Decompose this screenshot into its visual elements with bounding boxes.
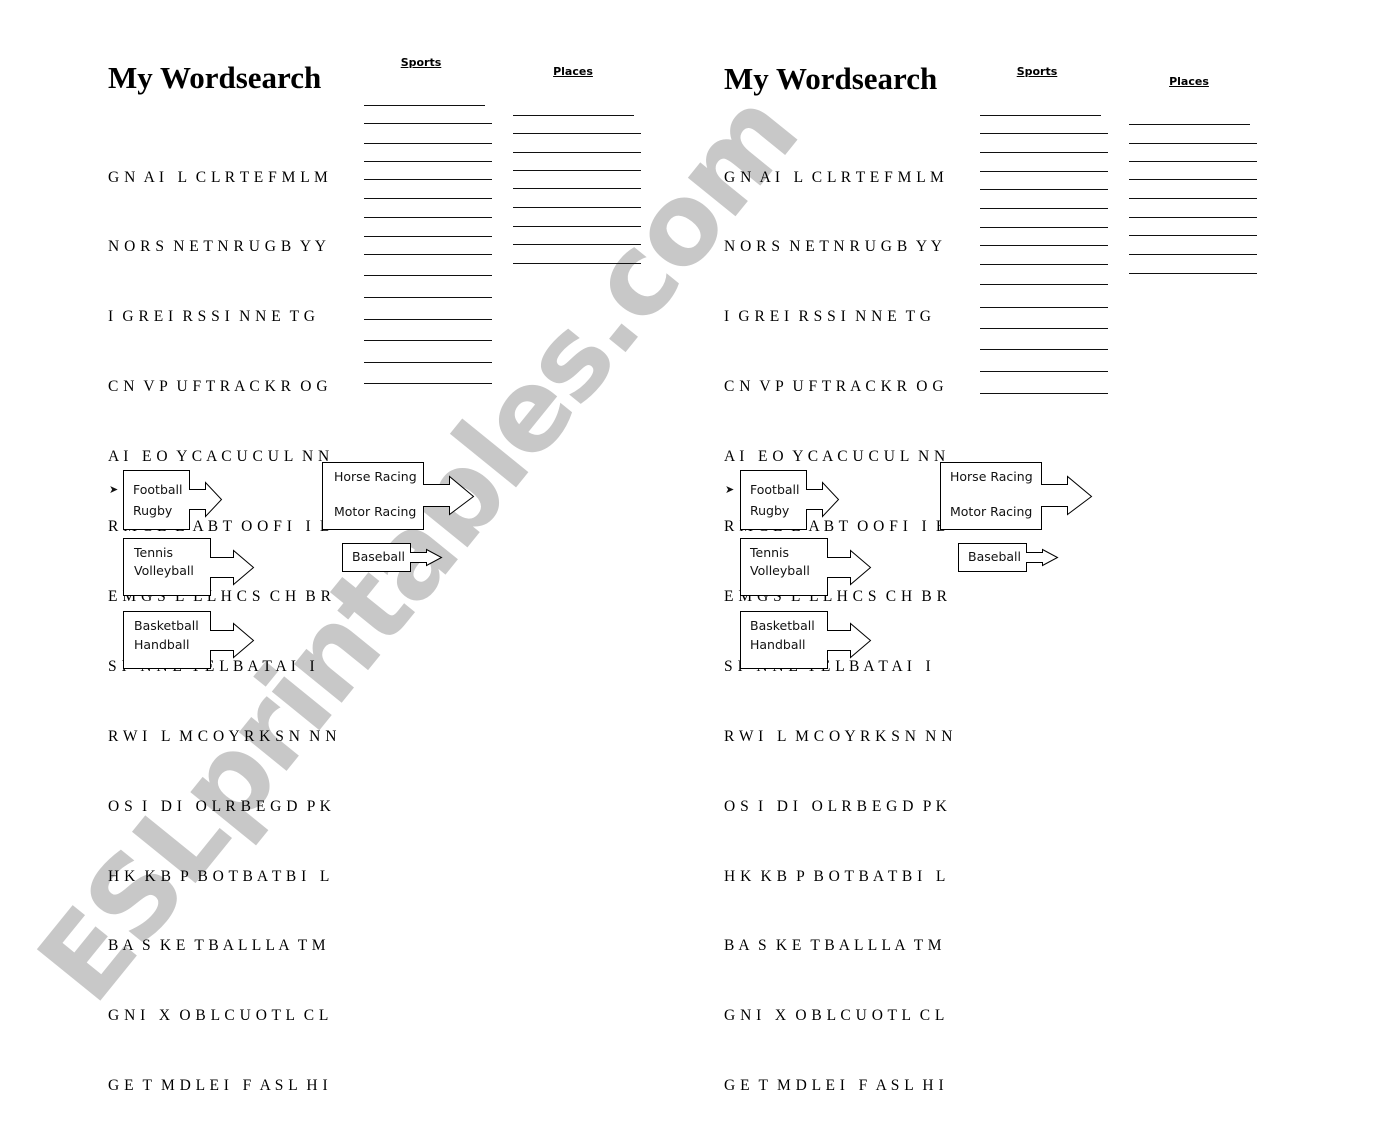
sports-answer-line — [980, 227, 1108, 228]
hint-label: Rugby — [750, 503, 790, 518]
hint-label: Horse Racing — [950, 469, 1033, 484]
sports-answer-line — [980, 245, 1108, 246]
sports-answer-line — [980, 371, 1108, 372]
sports-answer-line — [364, 297, 492, 298]
worksheet-left: My Wordsearch Sports Places G N A I L C … — [0, 0, 641, 1094]
sports-answer-line — [364, 179, 492, 180]
grid-row: G E T M D L E I F A S L H I — [108, 1077, 329, 1095]
places-header: Places — [553, 65, 593, 78]
sports-answer-line — [364, 319, 492, 320]
hint-box-football-rugby — [123, 470, 223, 530]
grid-row: R W I L M C O Y R K S N N N — [724, 727, 953, 745]
hint-label: Motor Racing — [950, 504, 1033, 519]
hint-label: Volleyball — [750, 563, 810, 578]
places-answer-line — [1129, 198, 1257, 199]
arrowhead-bullet-icon: ➤ — [109, 484, 119, 496]
sports-answer-line — [364, 161, 492, 162]
places-answer-line — [1129, 161, 1257, 162]
grid-row: N O R S N E T N R U G B Y Y — [108, 238, 327, 256]
hint-label: Handball — [134, 637, 190, 652]
grid-row: R W I L M C O Y R K S N N N — [108, 727, 337, 745]
grid-row: I G R E I R S S I N N E T G — [724, 308, 932, 326]
sports-answer-line — [980, 393, 1108, 394]
places-answer-line — [1129, 179, 1257, 180]
hint-label: Tennis — [750, 545, 790, 560]
hint-label: Tennis — [134, 545, 174, 560]
hint-label: Football — [750, 482, 800, 497]
grid-row: A I E O Y C A C U C U L N N — [108, 448, 330, 466]
sports-answer-line — [980, 264, 1108, 265]
grid-row: N O R S N E T N R U G B Y Y — [724, 238, 943, 256]
sports-answer-line — [980, 171, 1108, 172]
sports-answer-line — [980, 189, 1108, 190]
sports-answer-line — [980, 328, 1108, 329]
page-title: My Wordsearch — [108, 60, 322, 95]
places-answer-line — [1129, 217, 1257, 218]
places-answer-line — [1129, 273, 1257, 274]
grid-row: C N V P U F T R A C K R O G — [724, 378, 945, 396]
sports-header: Sports — [400, 56, 442, 69]
sports-answer-line — [364, 383, 492, 384]
sports-answer-line — [364, 105, 485, 106]
sports-answer-line — [364, 254, 492, 255]
hint-label: Football — [133, 482, 183, 497]
sports-answer-line — [980, 307, 1108, 308]
sports-answer-line — [980, 115, 1101, 116]
sports-answer-line — [364, 217, 492, 218]
grid-row: G N I X O B L C U O T L C L — [724, 1007, 945, 1025]
sports-answer-line — [364, 143, 492, 144]
sports-header: Sports — [1016, 65, 1058, 78]
places-header: Places — [1169, 75, 1209, 88]
grid-row: O S I D I O L R B E G D P K — [724, 797, 948, 815]
hint-label: Basketball — [134, 618, 199, 633]
sports-answer-line — [364, 198, 492, 199]
hint-label: Horse Racing — [334, 469, 417, 484]
sports-answer-line — [364, 340, 492, 341]
sports-answer-line — [980, 349, 1108, 350]
arrowhead-bullet-icon: ➤ — [725, 484, 735, 496]
places-answer-line — [1129, 124, 1250, 125]
places-answer-line — [1129, 143, 1257, 144]
grid-row: G N A I L C L R T E F M L M — [108, 168, 329, 186]
grid-row: I G R E I R S S I N N E T G — [108, 308, 316, 326]
grid-row: G N I X O B L C U O T L C L — [108, 1007, 329, 1025]
places-answer-line — [1129, 235, 1257, 236]
hint-label: Volleyball — [134, 563, 194, 578]
block-arrow-right-icon — [740, 470, 840, 530]
block-arrow-right-icon — [123, 470, 223, 530]
sports-answer-line — [364, 275, 492, 276]
sports-answer-line — [980, 133, 1108, 134]
sports-answer-line — [364, 236, 492, 237]
grid-row: B A S K E T B A L L L A T M — [108, 937, 327, 955]
page-title: My Wordsearch — [724, 61, 938, 96]
grid-row: O S I D I O L R B E G D P K — [108, 797, 332, 815]
sports-answer-line — [980, 208, 1108, 209]
hint-label: Baseball — [968, 549, 1021, 564]
worksheet-right: My Wordsearch Sports Places G N A I L C … — [616, 0, 1257, 1094]
sports-answer-line — [980, 284, 1108, 285]
places-answer-line — [1129, 254, 1257, 255]
hint-label: Baseball — [352, 549, 405, 564]
grid-row: C N V P U F T R A C K R O G — [108, 378, 329, 396]
grid-row: H K K B P B O T B A T B I L — [108, 867, 330, 885]
hint-box-football-rugby — [740, 470, 840, 530]
sports-answer-line — [980, 152, 1108, 153]
sports-answer-line — [364, 123, 492, 124]
grid-row: B A S K E T B A L L L A T M — [724, 937, 943, 955]
hint-label: Handball — [750, 637, 806, 652]
hint-label: Rugby — [133, 503, 173, 518]
hint-label: Basketball — [750, 618, 815, 633]
grid-row: G N A I L C L R T E F M L M — [724, 168, 945, 186]
grid-row: G E T M D L E I F A S L H I — [724, 1077, 945, 1095]
grid-row: H K K B P B O T B A T B I L — [724, 867, 946, 885]
sports-answer-line — [364, 362, 492, 363]
hint-label: Motor Racing — [334, 504, 417, 519]
grid-row: A I E O Y C A C U C U L N N — [724, 448, 946, 466]
